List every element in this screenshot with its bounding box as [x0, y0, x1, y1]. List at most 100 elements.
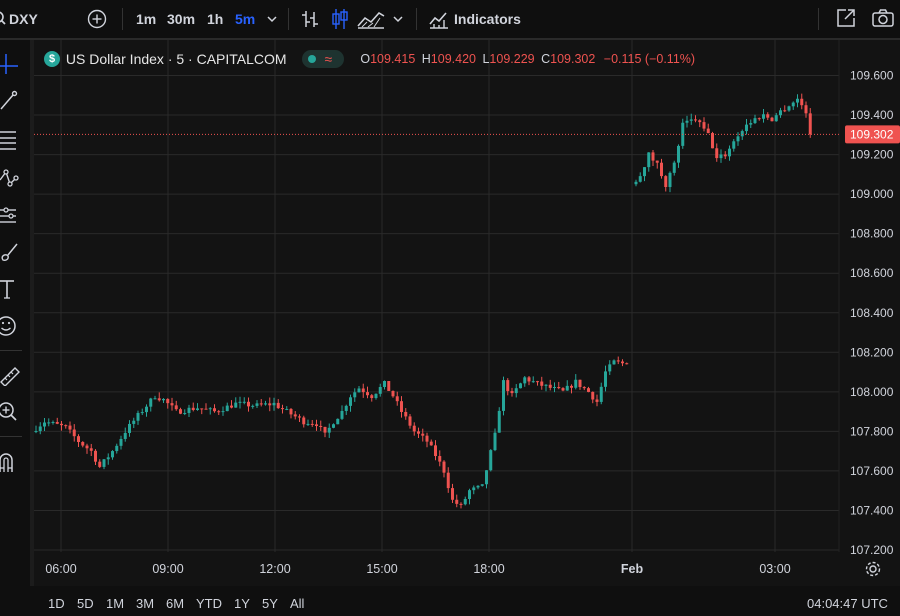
candle-body: [459, 503, 463, 505]
emoji-icon[interactable]: [0, 314, 24, 338]
price-tick-label: 107.800: [850, 424, 894, 438]
close-value: 109.302: [550, 52, 596, 67]
candle-body: [480, 484, 484, 486]
settings-gear-icon[interactable]: [864, 560, 882, 578]
indicators-icon[interactable]: [429, 9, 449, 29]
interval-1m[interactable]: 1m: [136, 10, 156, 28]
candle-body: [582, 387, 586, 389]
brush-icon[interactable]: [0, 240, 24, 264]
candle-body: [230, 405, 233, 408]
candle-body: [361, 388, 365, 393]
candle-body: [621, 361, 624, 364]
candle-body: [34, 431, 38, 433]
legend-toggle[interactable]: ≈: [302, 50, 345, 69]
candle-body: [514, 388, 518, 394]
candle-body: [200, 408, 204, 410]
candle-body: [493, 432, 497, 451]
candle-body: [664, 176, 668, 188]
chart-pane[interactable]: 109.600 109.400 109.200 109.000 108.800 108.6…: [34, 40, 900, 586]
price-tick-label: 108.800: [850, 227, 894, 241]
range-6m[interactable]: 6M: [166, 596, 184, 611]
candle-body: [468, 490, 471, 499]
candle-body: [357, 388, 361, 393]
toolbar-divider: [288, 8, 289, 30]
candle-body: [55, 421, 59, 424]
area-style-icon[interactable]: [357, 9, 385, 29]
candle-body: [247, 401, 250, 407]
range-all[interactable]: All: [290, 596, 304, 611]
candle-body: [779, 110, 782, 116]
pattern-icon[interactable]: [0, 166, 24, 190]
candle-body: [638, 176, 642, 182]
ohlc-values: O109.415 H109.420 L109.229 C109.302 −0.1…: [360, 52, 695, 66]
candle-body: [285, 408, 289, 410]
candle-body: [145, 406, 148, 413]
candle-body: [81, 442, 85, 446]
fib-retracement-icon[interactable]: [0, 128, 24, 152]
range-1d[interactable]: 1D: [48, 596, 65, 611]
indicators-button[interactable]: Indicators: [454, 10, 521, 28]
candle-body: [791, 102, 795, 107]
symbol-name[interactable]: DXY: [9, 10, 38, 28]
range-ytd[interactable]: YTD: [196, 596, 222, 611]
interval-30m[interactable]: 30m: [167, 10, 195, 28]
candle-body: [715, 148, 719, 159]
candle-body: [502, 380, 505, 411]
price-chart[interactable]: 109.600 109.400 109.200 109.000 108.800 108.6…: [34, 40, 900, 586]
candle-body: [753, 118, 757, 124]
candle-body: [463, 498, 467, 505]
candle-body: [489, 450, 493, 471]
camera-icon[interactable]: [872, 9, 894, 27]
candle-body: [421, 433, 425, 436]
ruler-icon[interactable]: [0, 362, 24, 386]
interval-dropdown-icon[interactable]: [267, 15, 277, 23]
symbol-description[interactable]: US Dollar Index · 5 · CAPITALCOM: [66, 51, 287, 67]
candle-body: [434, 445, 437, 457]
time-tick-label: 09:00: [152, 562, 183, 576]
candle-body: [668, 172, 672, 188]
candle-body: [612, 360, 616, 365]
candle-body: [757, 118, 761, 120]
crosshair-icon[interactable]: [0, 52, 24, 76]
range-5d[interactable]: 5D: [77, 596, 94, 611]
utc-clock[interactable]: 04:04:47 UTC: [807, 596, 888, 611]
search-icon[interactable]: [0, 11, 8, 27]
candle-body: [719, 154, 723, 159]
candle-body: [570, 385, 573, 388]
candle-body: [548, 384, 552, 388]
range-3m[interactable]: 3M: [136, 596, 154, 611]
candle-body: [749, 123, 753, 125]
magnet-icon[interactable]: [0, 450, 24, 474]
candle-body: [383, 380, 386, 388]
candle-body: [221, 411, 225, 413]
range-5y[interactable]: 5Y: [262, 596, 278, 611]
range-1m[interactable]: 1M: [106, 596, 124, 611]
prediction-icon[interactable]: [0, 203, 24, 227]
candle-body: [685, 120, 689, 123]
candle-body: [442, 461, 446, 473]
candle-body: [327, 427, 331, 433]
trend-line-icon[interactable]: [0, 88, 24, 112]
time-tick-label: 18:00: [473, 562, 504, 576]
candle-body: [677, 145, 680, 163]
candle-body: [540, 381, 544, 386]
high-label: H: [421, 52, 431, 67]
candle-body: [208, 408, 212, 410]
fullscreen-icon[interactable]: [836, 8, 856, 28]
candle-body: [140, 412, 144, 414]
candle-body: [183, 412, 187, 414]
add-symbol-icon[interactable]: [87, 9, 107, 29]
candles-icon[interactable]: [331, 8, 349, 30]
candle-body: [736, 136, 740, 142]
bar-style-icon[interactable]: [301, 9, 319, 29]
range-1y[interactable]: 1Y: [234, 596, 250, 611]
interval-5m[interactable]: 5m: [235, 10, 255, 28]
zoom-in-icon[interactable]: [0, 400, 24, 424]
candle-body: [68, 425, 72, 430]
candle-body: [804, 105, 808, 114]
chart-type-dropdown-icon[interactable]: [393, 15, 403, 23]
candle-body: [94, 450, 97, 462]
interval-1h[interactable]: 1h: [207, 10, 223, 28]
text-icon[interactable]: [0, 277, 24, 301]
candle-body: [451, 488, 454, 500]
